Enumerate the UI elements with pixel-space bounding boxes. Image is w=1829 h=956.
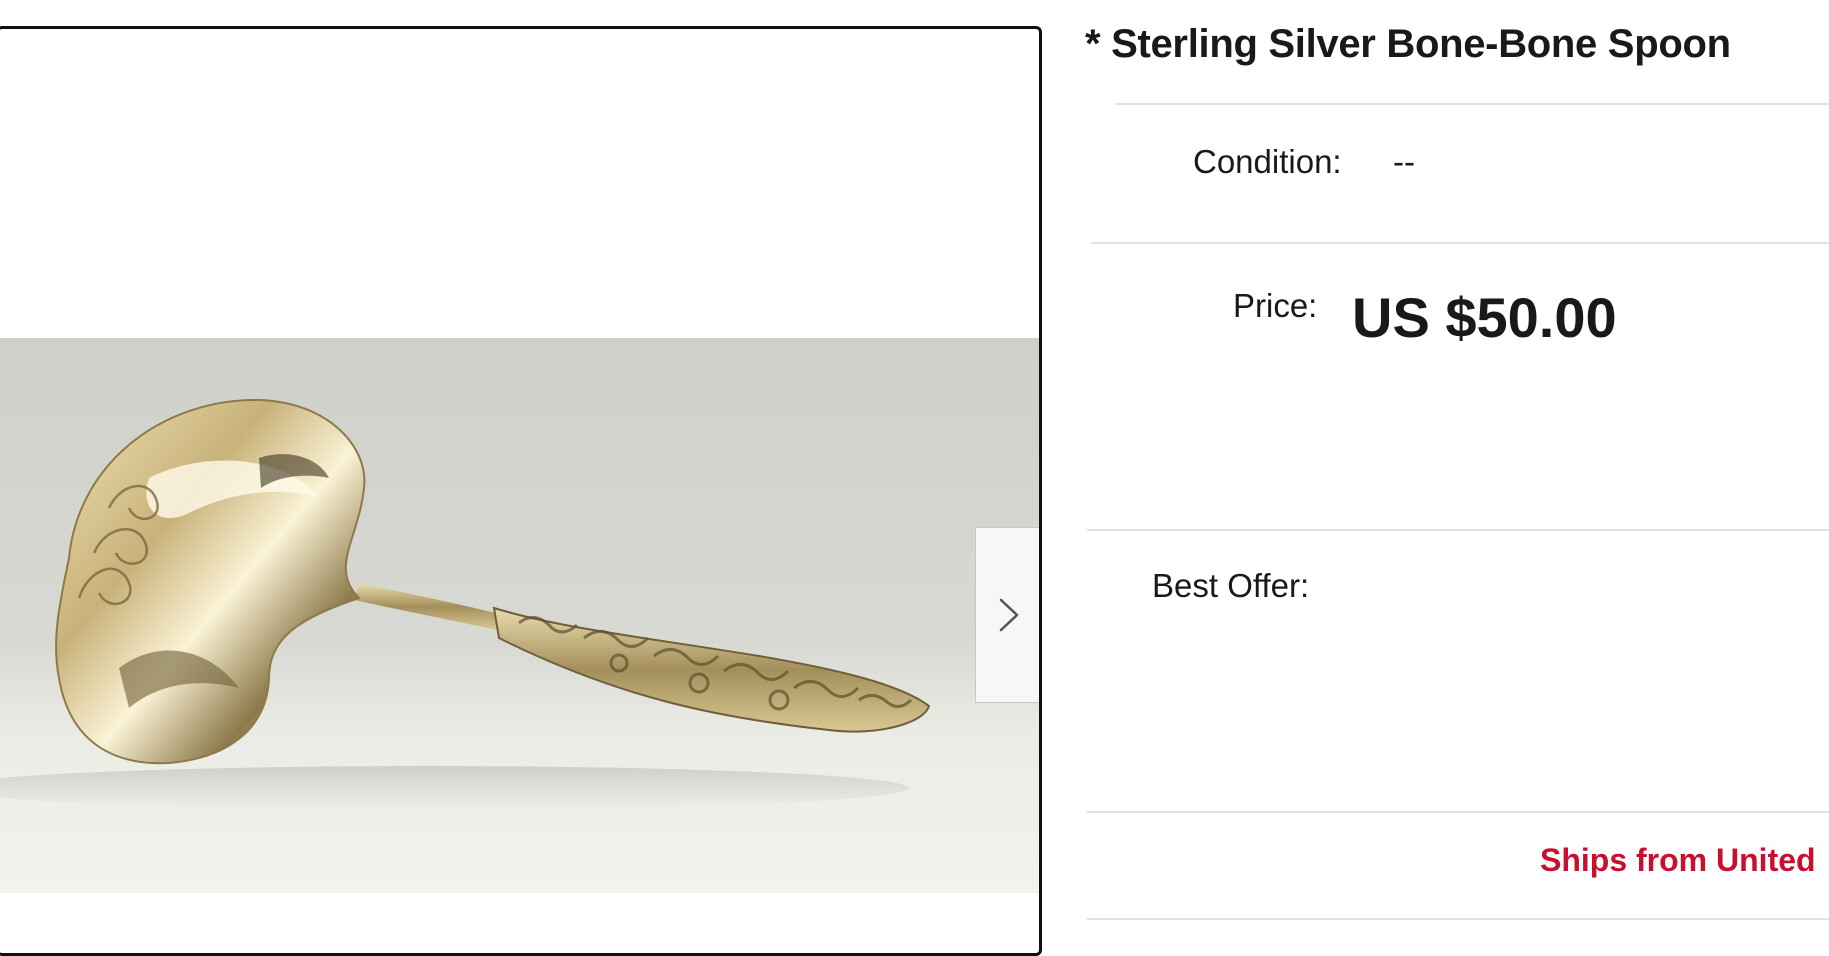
best-offer-divider — [1087, 811, 1829, 813]
product-image[interactable] — [0, 338, 1039, 893]
condition-divider — [1091, 242, 1829, 244]
item-title: * Sterling Silver Bone-Bone Spoon — [1085, 22, 1731, 66]
spoon-illustration — [0, 398, 931, 810]
image-gallery — [0, 26, 1042, 956]
shipping-divider — [1087, 918, 1829, 920]
next-image-button[interactable] — [975, 527, 1039, 703]
condition-label: Condition: — [1193, 143, 1342, 180]
chevron-right-icon — [999, 598, 1018, 632]
shipping-origin: Ships from United — [1540, 842, 1816, 878]
condition-value: -- — [1393, 143, 1415, 180]
best-offer-label: Best Offer: — [1152, 567, 1310, 604]
price-divider — [1087, 529, 1829, 531]
price-label: Price: — [1233, 287, 1318, 324]
title-divider — [1115, 103, 1829, 105]
price-value: US $50.00 — [1352, 286, 1617, 349]
